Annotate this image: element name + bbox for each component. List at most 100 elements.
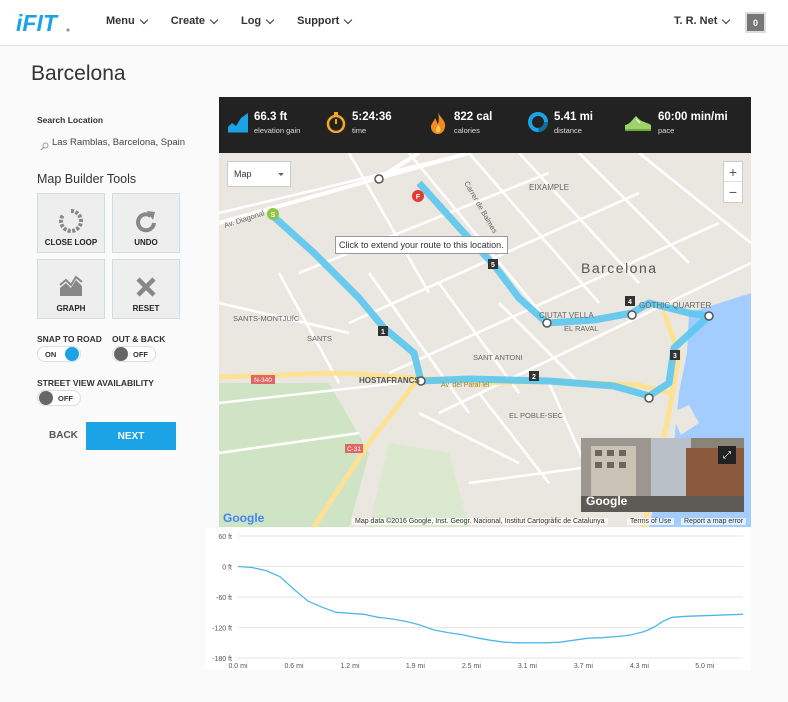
street-view-thumbnail[interactable]: Google ⤢ [581,438,744,512]
user-menu[interactable]: T. R. Net [674,15,731,27]
graph-label: GRAPH [56,304,86,313]
search-location-input[interactable]: Las Ramblas, Barcelona, Spain [52,137,185,148]
street-view-state: OFF [58,393,73,403]
zoom-out-button[interactable]: − [724,182,742,202]
toggle-knob [65,347,79,361]
chevron-down-icon [722,15,731,24]
svg-text:3: 3 [673,353,677,360]
nav-menu[interactable]: Menu [106,15,148,27]
out-and-back-label: OUT & BACK [112,334,166,344]
svg-text:GOTHIC QUARTER: GOTHIC QUARTER [639,301,712,310]
svg-text:iFIT: iFIT [16,10,59,36]
time-value: 5:24:36 [352,111,392,123]
svg-text:Av. del Paral·lel: Av. del Paral·lel [441,382,490,389]
top-navigation-bar: iFIT Menu Create Log Support T. R. Net 0 [0,0,788,46]
svg-text:1: 1 [381,329,385,336]
graph-button[interactable]: GRAPH [37,259,105,319]
svg-text:S: S [271,212,276,219]
y-tick-label: -120 ft [212,626,232,633]
notification-badge[interactable]: 0 [745,12,766,33]
back-button[interactable]: BACK [49,430,78,441]
chevron-down-icon [209,15,219,24]
distance-value: 5.41 mi [554,111,593,123]
terms-of-use-link[interactable]: Terms of Use [627,518,675,525]
svg-text:Carrer de Balmes: Carrer de Balmes [462,180,499,236]
elevation-icon [228,113,248,133]
out-and-back-toggle[interactable]: OFF [112,346,156,362]
chevron-down-icon [139,15,148,24]
svg-text:F: F [416,194,421,201]
elevation-line [237,565,744,644]
shoe-icon [625,116,651,131]
svg-text:SANT ANTONI: SANT ANTONI [473,353,523,362]
svg-text:EL RAVAL: EL RAVAL [564,324,598,333]
next-button[interactable]: NEXT [86,422,176,450]
pace-label: pace [658,126,675,135]
svg-text:C-31: C-31 [347,446,361,453]
svg-text:SANTS: SANTS [307,334,332,343]
svg-text:CIUTAT VELLA: CIUTAT VELLA [539,311,594,320]
toggle-knob [114,347,128,361]
undo-icon [136,211,156,233]
map-type-select[interactable]: Map [227,161,291,187]
distance-ring-icon [528,112,548,132]
reset-button[interactable]: RESET [112,259,180,319]
chevron-down-icon [265,15,275,24]
map-tooltip: Click to extend your route to this locat… [335,236,508,254]
main-nav: Menu Create Log Support [106,15,353,27]
map-attribution: Map data ©2016 Google, Inst. Geogr. Naci… [352,518,608,525]
x-tick-label: 1.9 mi [406,663,426,670]
x-tick-label: 0.6 mi [284,663,304,670]
search-icon [40,138,49,151]
svg-text:EIXAMPLE: EIXAMPLE [529,183,569,192]
pace-value: 60:00 min/mi [658,111,728,123]
street-view-toggle[interactable]: OFF [37,390,81,406]
close-loop-label: CLOSE LOOP [44,238,98,247]
nav-log-label: Log [240,15,262,27]
svg-text:HOSTAFRANCS: HOSTAFRANCS [359,376,420,385]
time-label: time [352,126,367,135]
distance-label: distance [554,126,582,135]
x-tick-label: 3.7 mi [574,663,594,670]
svg-text:EL POBLE-SEC: EL POBLE-SEC [509,411,563,420]
x-tick-label: 3.1 mi [518,663,538,670]
nav-create[interactable]: Create [170,15,219,27]
snap-to-road-label: SNAP TO ROAD [37,334,102,344]
nav-create-label: Create [170,15,205,27]
svg-text:SANTS-MONTJUÏC: SANTS-MONTJUÏC [233,314,300,323]
nav-log[interactable]: Log [240,15,275,27]
stat-pace: 60:00 min/mi pace [623,111,728,135]
elevation-gain-value: 66.3 ft [254,111,288,123]
zoom-in-button[interactable]: + [724,162,742,182]
start-marker: S [267,208,279,220]
ifit-logo[interactable]: iFIT [16,10,72,36]
user-name: T. R. Net [674,15,718,27]
nav-menu-label: Menu [106,15,135,27]
toggle-knob [39,391,53,405]
calories-label: calories [454,126,480,135]
out-and-back-state: OFF [133,349,148,359]
page-title: Barcelona [31,62,126,85]
route-stats-bar: 66.3 ft elevation gain 5:24:36 time 822 ca… [219,97,751,153]
report-map-error-link[interactable]: Report a map error [681,518,747,525]
x-tick-label: 0.0 mi [228,663,248,670]
close-loop-icon [59,209,83,233]
map-footer: Google Map data ©2016 Google, Inst. Geog… [219,511,751,527]
close-loop-button[interactable]: CLOSE LOOP [37,193,105,253]
route-map[interactable]: S F 1 2 3 4 5 Av. Diagonal Carrer de Bal… [219,153,751,527]
calories-value: 822 cal [454,111,493,123]
stat-calories: 822 cal calories [427,111,492,135]
y-tick-label: -60 ft [216,595,232,602]
street-view-google-logo: Google [586,494,628,508]
x-tick-label: 2.5 mi [462,663,482,670]
expand-icon[interactable]: ⤢ [718,446,736,464]
y-tick-label: -180 ft [212,656,232,663]
nav-support[interactable]: Support [297,15,353,27]
finish-marker: F [412,190,424,202]
search-location-label: Search Location [37,115,104,125]
snap-to-road-toggle[interactable]: ON [37,346,81,362]
undo-button[interactable]: UNDO [112,193,180,253]
chevron-down-icon [344,15,353,24]
stat-elevation: 66.3 ft elevation gain [227,111,300,135]
svg-text:4: 4 [628,299,632,306]
